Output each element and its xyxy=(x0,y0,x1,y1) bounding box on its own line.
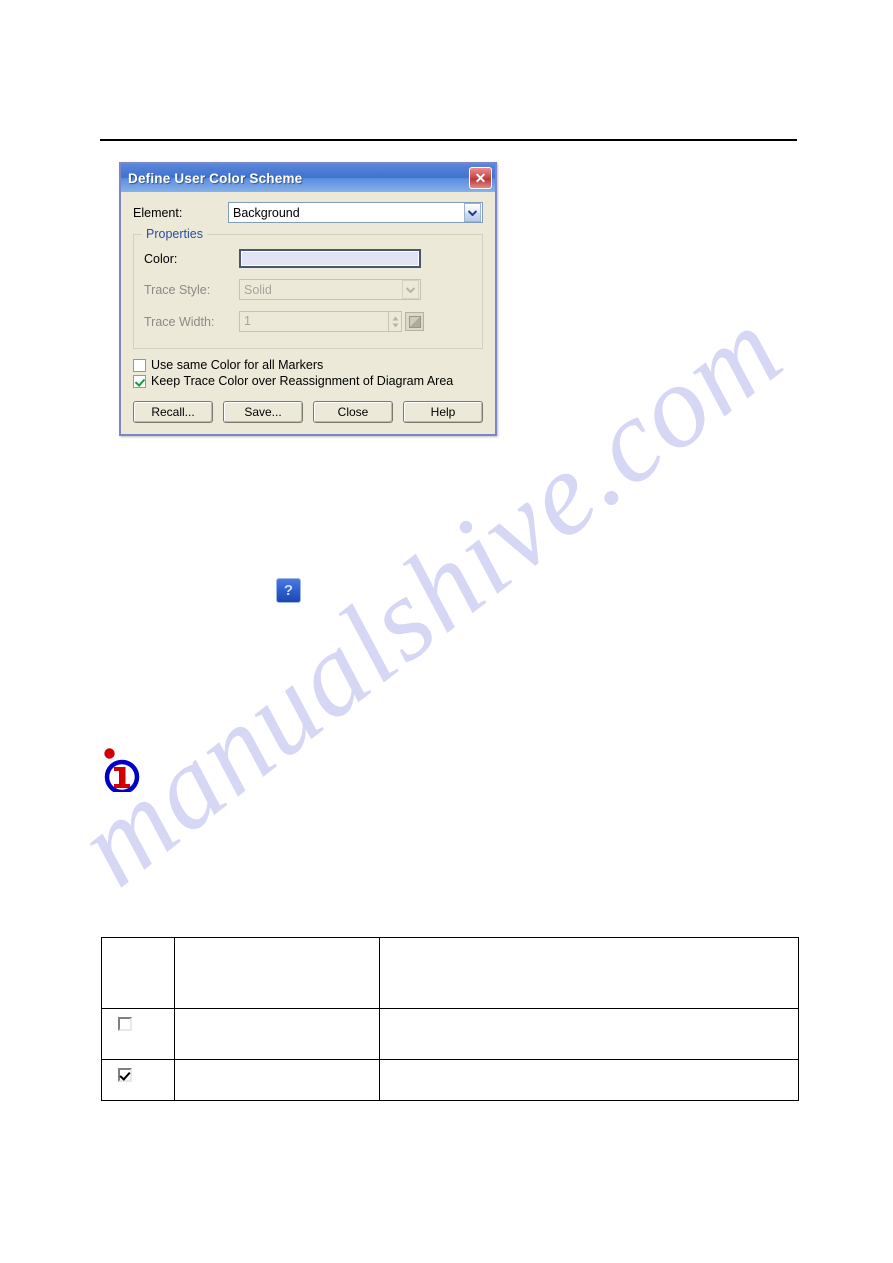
dialog-body: Element: Background Properties Color: Tr… xyxy=(121,192,495,434)
options-list: Use same Color for all Markers Keep Trac… xyxy=(133,358,483,388)
page-header-rule xyxy=(100,139,797,141)
trace-style-combobox[interactable]: Solid xyxy=(239,279,421,300)
spinner-arrows-icon[interactable] xyxy=(389,311,402,332)
table-cell-symbol xyxy=(101,937,175,1009)
trace-width-stepper[interactable]: 1 xyxy=(239,311,424,332)
pattern-glyph-icon xyxy=(408,315,421,328)
legend-table xyxy=(101,937,800,1101)
recall-button[interactable]: Recall... xyxy=(133,401,213,423)
table-cell-name xyxy=(173,1059,380,1101)
element-value: Background xyxy=(233,205,300,220)
chevron-down-icon[interactable] xyxy=(402,280,419,299)
table-cell-description xyxy=(378,1008,800,1060)
properties-groupbox: Properties Color: Trace Style: Solid Tra… xyxy=(133,227,483,349)
dialog-titlebar: Define User Color Scheme ✕ xyxy=(121,164,495,192)
define-user-color-scheme-dialog: Define User Color Scheme ✕ Element: Back… xyxy=(119,162,497,436)
use-same-color-checkbox[interactable] xyxy=(133,358,146,372)
table-cell-symbol xyxy=(101,1008,175,1060)
element-combobox[interactable]: Background xyxy=(228,202,483,223)
close-icon[interactable]: ✕ xyxy=(469,167,492,189)
table-row xyxy=(101,1059,800,1101)
table-row xyxy=(101,1008,800,1060)
trace-width-picker-button[interactable] xyxy=(405,312,424,331)
color-swatch-button[interactable] xyxy=(239,249,421,268)
trace-style-value: Solid xyxy=(244,282,272,297)
color-row: Color: xyxy=(144,249,472,268)
checked-checkbox-icon xyxy=(118,1068,132,1082)
trace-style-label: Trace Style: xyxy=(144,282,211,297)
help-question-icon[interactable]: ? xyxy=(276,578,301,603)
trace-width-row: Trace Width: 1 xyxy=(144,311,472,332)
table-cell-name xyxy=(173,937,380,1009)
element-row: Element: Background xyxy=(133,202,483,223)
chevron-down-icon[interactable] xyxy=(464,203,481,222)
close-button[interactable]: Close xyxy=(313,401,393,423)
element-label: Element: xyxy=(133,205,183,220)
dialog-title: Define User Color Scheme xyxy=(128,170,303,186)
trace-width-label: Trace Width: xyxy=(144,314,215,329)
option-use-same-color-row[interactable]: Use same Color for all Markers xyxy=(133,358,483,372)
table-cell-description xyxy=(378,1059,800,1101)
help-button[interactable]: Help xyxy=(403,401,483,423)
table-cell-description xyxy=(378,937,800,1009)
trace-style-row: Trace Style: Solid xyxy=(144,279,472,300)
keep-trace-color-label: Keep Trace Color over Reassignment of Di… xyxy=(151,374,454,388)
information-icon xyxy=(100,747,142,795)
trace-width-input[interactable]: 1 xyxy=(239,311,389,332)
save-button[interactable]: Save... xyxy=(223,401,303,423)
dialog-button-row: Recall... Save... Close Help xyxy=(133,401,483,423)
keep-trace-color-checkbox[interactable] xyxy=(133,374,146,388)
table-cell-symbol xyxy=(101,1059,175,1101)
properties-group-title: Properties xyxy=(142,227,207,241)
use-same-color-label: Use same Color for all Markers xyxy=(151,358,324,372)
option-keep-trace-color-row[interactable]: Keep Trace Color over Reassignment of Di… xyxy=(133,374,483,388)
table-cell-name xyxy=(173,1008,380,1060)
table-row xyxy=(101,937,800,1009)
unchecked-checkbox-icon xyxy=(118,1017,132,1031)
help-question-glyph: ? xyxy=(283,582,294,599)
color-label: Color: xyxy=(144,251,178,266)
